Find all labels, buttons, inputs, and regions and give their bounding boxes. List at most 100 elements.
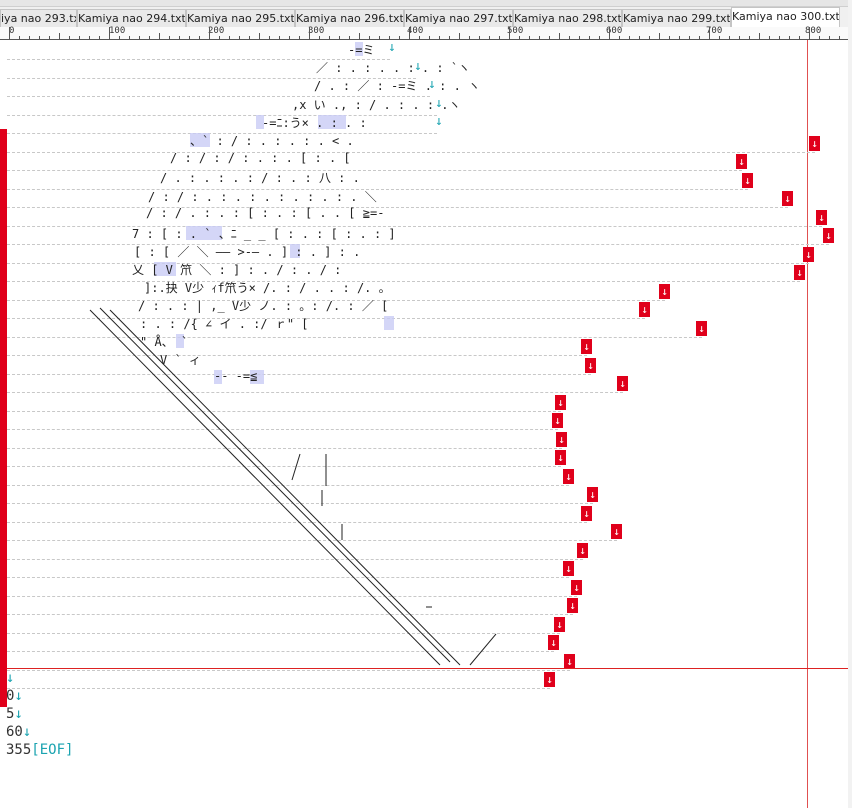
- ruler-tick: [689, 36, 690, 39]
- ruler-tick: [89, 36, 90, 39]
- ruler-tick: [279, 36, 280, 39]
- ruler-tick: [559, 33, 560, 39]
- ruler-tick: [29, 36, 30, 39]
- ruler-tick: [39, 36, 40, 39]
- eof-marker: [EOF]: [31, 742, 74, 758]
- fullwidth-space-highlight: [384, 316, 394, 330]
- tab-kamiya-nao-300[interactable]: Kamiya nao 300.txt: [731, 7, 840, 27]
- ruler-tick: [429, 36, 430, 39]
- ruler-tick: [769, 36, 770, 39]
- ruler-label-200: 200: [208, 26, 225, 36]
- ruler-tick: [69, 36, 70, 39]
- tab-kamiya-nao-297[interactable]: Kamiya nao 297.txt: [404, 9, 513, 27]
- art-stroke-outer: [89, 309, 441, 666]
- art-stroke-tip: [469, 633, 497, 666]
- ruler-label-800: 800: [805, 26, 822, 36]
- text-editor-area[interactable]: ↓ ↓ ↓ ↓ ↓ ↓ ↓ ↓ ↓ ↓ ↓ ↓ ↓ ↓ ↓ ↓ ↓ ↓ ↓ ↓ ↓ ↓ ↓ ↓ ↓ ↓ ↓ ↓ ↓ ↓ ↓ ↓ ↓ ↓ ↓ -=ミ／…: [0, 40, 852, 808]
- ruler-tick: [339, 36, 340, 39]
- ruler-tick: [639, 36, 640, 39]
- ruler-tick: [749, 36, 750, 39]
- ascii-art-line: ]:.抉 V少 ｨf笊う× /. : / . . : /. 。: [144, 281, 391, 295]
- ruler-tick: [159, 33, 160, 39]
- ruler-tick: [589, 36, 590, 39]
- ruler-tick: [759, 33, 760, 39]
- ascii-art-line: [ : [ ／ ＼ ―― >-― . ] : . ] : .: [134, 245, 361, 259]
- ruler-tick: [189, 36, 190, 39]
- ruler-tick: [709, 27, 710, 39]
- ruler-tick: [489, 36, 490, 39]
- ruler-tick: [249, 36, 250, 39]
- ruler-tick: [329, 36, 330, 39]
- ruler-tick: [459, 33, 460, 39]
- tab-kamiya-nao-296[interactable]: Kamiya nao 296.txt: [295, 9, 404, 27]
- tab-kamiya-nao-299[interactable]: Kamiya nao 299.txt: [622, 9, 731, 27]
- ruler-tick: [509, 27, 510, 39]
- ascii-art-line: / : / . : . : [ : . : [ . . [ ≧=-: [146, 206, 385, 220]
- ruler-tick: [539, 36, 540, 39]
- vertical-scrollbar[interactable]: [848, 0, 852, 808]
- ruler-tick: [289, 36, 290, 39]
- ascii-art-line: ／ : . : . . : . : `ヽ: [316, 61, 471, 75]
- ruler-tick: [359, 33, 360, 39]
- tab-kamiya-nao-293[interactable]: iya nao 293.txt: [0, 9, 77, 27]
- ruler-tick: [239, 36, 240, 39]
- ruler-tick: [469, 36, 470, 39]
- ruler-tick: [699, 36, 700, 39]
- art-stroke-curve-1: [291, 453, 301, 481]
- ruler-tick: [719, 36, 720, 39]
- ruler-tick: [9, 27, 10, 39]
- ruler-tick: [579, 36, 580, 39]
- trailing-lines: ↓ 0↓ 5↓ 60↓ 355[EOF]: [6, 670, 73, 760]
- ruler-tick: [479, 36, 480, 39]
- ruler-tick: [659, 33, 660, 39]
- ruler-tick: [169, 36, 170, 39]
- ruler-tick: [419, 36, 420, 39]
- tab-kamiya-nao-294[interactable]: Kamiya nao 294.txt: [77, 9, 186, 27]
- ascii-art-line: V ` ィ: [160, 353, 201, 367]
- ascii-art-line: 乂 [ V 笊 ＼ : ] : . / : . / :: [132, 263, 342, 277]
- ruler-tick: [219, 36, 220, 39]
- ruler-tick: [59, 33, 60, 39]
- ruler-tick: [139, 36, 140, 39]
- ruler-tick: [669, 36, 670, 39]
- ruler-tick: [629, 36, 630, 39]
- ruler-tick: [109, 27, 110, 39]
- art-stroke-inner: [99, 307, 451, 663]
- trailing-line-60: 60↓: [6, 724, 32, 740]
- trailing-line-355: 355[EOF]: [6, 742, 74, 758]
- ruler-tick: [609, 27, 610, 39]
- ascii-art-line: 7 : [ : . ` 、ﾆ _ _ [ : . : [ : . : ]: [132, 227, 396, 241]
- ruler-tick: [389, 36, 390, 39]
- ruler-tick: [179, 36, 180, 39]
- ascii-art-line: / : / : . : . : . : . : . : . ＼: [148, 190, 377, 204]
- ruler-tick: [499, 36, 500, 39]
- ruler-tick: [649, 36, 650, 39]
- ruler-tick: [549, 36, 550, 39]
- ruler-tick: [519, 36, 520, 39]
- ascii-art-line: : . : /{ ∠ イ . :/ ｒ" [: [140, 317, 309, 331]
- ruler-tick: [829, 36, 830, 39]
- tab-bar: iya nao 293.txt Kamiya nao 294.txt Kamiy…: [0, 0, 852, 28]
- end-of-document-line: [7, 668, 852, 669]
- ruler-tick: [79, 36, 80, 39]
- ascii-art-line: / : . : | ,_ V少 ノ. : 。: /. : ／ [: [138, 299, 389, 313]
- tab-kamiya-nao-295[interactable]: Kamiya nao 295.txt: [186, 9, 295, 27]
- ruler-tick: [819, 36, 820, 39]
- ruler-tick: [49, 36, 50, 39]
- ascii-art-line: / . : ／ : -=ミ . : . ヽ: [314, 79, 481, 93]
- ruler-tick: [789, 36, 790, 39]
- ruler-tick: [729, 36, 730, 39]
- ruler-tick: [19, 36, 20, 39]
- ascii-art-line: -- -=≦: [214, 369, 258, 383]
- ruler-tick: [599, 36, 600, 39]
- ruler-tick: [209, 27, 210, 39]
- ascii-art-line: ,x い ., : / . : . : .ヽ: [292, 98, 461, 112]
- tab-kamiya-nao-298[interactable]: Kamiya nao 298.txt: [513, 9, 622, 27]
- ruler-tick: [529, 36, 530, 39]
- trailing-line-0: 0↓: [6, 688, 23, 704]
- ruler-tick: [409, 27, 410, 39]
- window-top-strip: [0, 0, 852, 7]
- ascii-art-figure: [89, 307, 497, 666]
- ruler-tick: [399, 36, 400, 39]
- ruler-tick: [309, 27, 310, 39]
